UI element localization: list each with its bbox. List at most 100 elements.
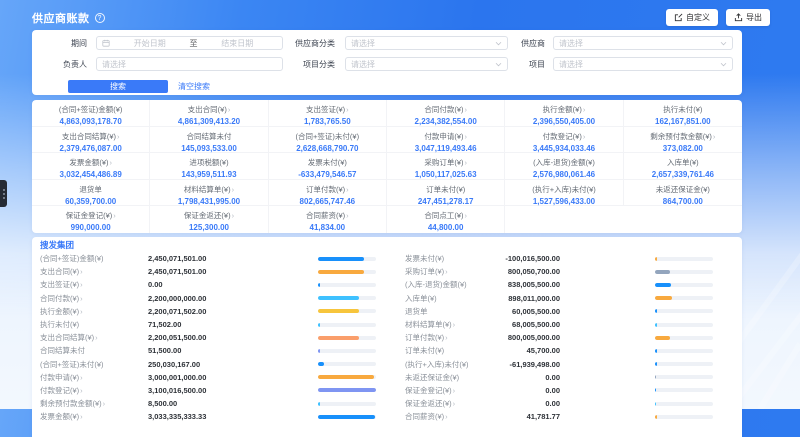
metric-bar (655, 388, 713, 392)
supplier-category-label: 供应商分类 (270, 36, 335, 51)
stat-card[interactable]: 采购订单(¥)› 1,050,117,025.63 (387, 153, 505, 180)
stat-card[interactable]: 入库单(¥)› 2,657,339,761.46 (624, 153, 742, 180)
group-name-link[interactable]: 搜发集团 (40, 240, 734, 251)
stat-card[interactable]: 订单未付(¥)› 247,451,278.17 (387, 180, 505, 207)
stat-label: 支出合同(¥)› (150, 104, 267, 115)
page-title: 供应商账款 (32, 10, 90, 26)
stat-card[interactable]: 支出合同(¥)› 4,861,309,413.20 (150, 100, 268, 127)
metric-row[interactable]: 合同结算未付› 51,500.00 (40, 344, 376, 357)
stat-card[interactable]: 剩余预付款金额(¥)› 373,082.00 (624, 127, 742, 154)
stat-card[interactable]: (执行+入库)未付(¥)› 1,527,596,433.00 (505, 180, 623, 207)
stats-grid: (合同+签证)金额(¥)› 4,863,093,178.70 支出合同(¥)› … (32, 100, 742, 233)
stat-card[interactable]: 发票未付(¥)› -633,479,546.57 (269, 153, 387, 180)
metric-bar (655, 323, 713, 327)
metric-row[interactable]: 发票未付(¥)› -100,016,500.00 (405, 252, 713, 265)
metric-row[interactable]: 执行金额(¥)› 2,200,071,502.00 (40, 305, 376, 318)
stat-card[interactable]: 执行未付(¥)› 162,167,851.00 (624, 100, 742, 127)
stat-card[interactable]: 合同付款(¥)› 2,234,382,554.00 (387, 100, 505, 127)
side-drawer-handle[interactable] (0, 180, 7, 207)
chevron-right-icon: › (453, 399, 456, 408)
supplier-select[interactable]: 请选择 (553, 36, 733, 50)
chevron-right-icon: › (117, 132, 120, 141)
metric-bar (318, 375, 376, 379)
customize-button[interactable]: 自定义 (666, 9, 718, 26)
stat-card[interactable]: 发票金额(¥)› 3,032,454,486.89 (32, 153, 150, 180)
detail-columns: (合同+签证)金额(¥)› 2,450,071,501.00 支出合同(¥)› … (40, 252, 734, 423)
bar-fill (318, 349, 320, 353)
metric-value: 8,500.00 (148, 399, 318, 408)
bar-fill (318, 388, 376, 392)
metric-row[interactable]: 保证金返还(¥)› 0.00 (405, 397, 713, 410)
metric-row[interactable]: 退货单› 60,005,500.00 (405, 305, 713, 318)
search-button[interactable]: 搜索 (68, 80, 168, 93)
export-button[interactable]: 导出 (726, 9, 770, 26)
clear-search-link[interactable]: 清空搜索 (178, 80, 210, 93)
stat-card[interactable]: 合同薪资(¥)› 41,834.00 (269, 206, 387, 233)
stat-card[interactable]: 材料结算单(¥)› 1,798,431,995.00 (150, 180, 268, 207)
chevron-right-icon: › (80, 280, 83, 289)
stat-card[interactable]: 进项税额(¥)› 143,959,511.93 (150, 153, 268, 180)
metric-row[interactable]: (合同+签证)金额(¥)› 2,450,071,501.00 (40, 252, 376, 265)
date-range-input[interactable]: 开始日期 至 结束日期 (96, 36, 283, 50)
metric-label: (合同+签证)金额(¥)› (40, 253, 148, 264)
stat-card[interactable]: 合同结算未付› 145,093,533.00 (150, 127, 268, 154)
project-select[interactable]: 请选择 (553, 57, 733, 71)
stat-card[interactable]: 付款登记(¥)› 3,445,934,033.46 (505, 127, 623, 154)
metric-row[interactable]: (入库-退货)金额(¥)› 838,005,500.00 (405, 278, 713, 291)
metric-label: 合同付款(¥)› (40, 293, 148, 304)
stat-value: -633,479,546.57 (269, 170, 386, 179)
bar-fill (318, 309, 359, 313)
stat-label: 进项税额(¥)› (150, 157, 267, 168)
chevron-right-icon: › (346, 211, 349, 220)
stat-card[interactable]: 付款申请(¥)› 3,047,119,493.46 (387, 127, 505, 154)
metric-row[interactable]: 采购订单(¥)› 800,050,700.00 (405, 265, 713, 278)
project-category-select[interactable]: 请选择 (345, 57, 508, 71)
metric-row[interactable]: 执行未付(¥)› 71,502.00 (40, 318, 376, 331)
metric-row[interactable]: 订单未付(¥)› 45,700.00 (405, 344, 713, 357)
stat-card[interactable]: (合同+签证)未付(¥)› 2,628,668,790.70 (269, 127, 387, 154)
metric-row[interactable]: 支出签证(¥)› 0.00 (40, 278, 376, 291)
metric-row[interactable]: 付款申请(¥)› 3,000,001,000.00 (40, 371, 376, 384)
stat-card[interactable]: 执行金额(¥)› 2,396,550,405.00 (505, 100, 623, 127)
metric-value: 3,000,001,000.00 (148, 373, 318, 382)
metric-row[interactable]: 剩余预付款金额(¥)› 8,500.00 (40, 397, 376, 410)
metric-row[interactable]: (执行+入库)未付(¥)› -61,939,498.00 (405, 358, 713, 371)
metric-row[interactable]: 合同付款(¥)› 2,200,000,000.00 (40, 292, 376, 305)
stat-value: 1,050,117,025.63 (387, 170, 504, 179)
stat-card[interactable]: 支出签证(¥)› 1,783,765.50 (269, 100, 387, 127)
metric-value: 800,005,000.00 (485, 333, 560, 342)
stat-card[interactable]: 未返还保证金(¥)› 864,700.00 (624, 180, 742, 207)
metric-row[interactable]: 付款登记(¥)› 3,100,016,500.00 (40, 384, 376, 397)
metric-row[interactable]: 保证金登记(¥)› 0.00 (405, 384, 713, 397)
metric-row[interactable]: 支出合同结算(¥)› 2,200,051,500.00 (40, 331, 376, 344)
metric-label: 合同结算未付› (40, 345, 148, 356)
stat-value: 2,657,339,761.46 (624, 170, 742, 179)
stat-card[interactable]: (入库-退货)金额(¥)› 2,576,980,061.46 (505, 153, 623, 180)
metric-row[interactable]: 未返还保证金(¥)› 0.00 (405, 371, 713, 384)
stat-value: 1,527,596,433.00 (505, 197, 622, 206)
stat-card[interactable]: 订单付款(¥)› 802,665,747.46 (269, 180, 387, 207)
stat-card[interactable]: 支出合同结算(¥)› 2,379,476,087.00 (32, 127, 150, 154)
metric-row[interactable]: 订单付款(¥)› 800,005,000.00 (405, 331, 713, 344)
stat-value: 3,445,934,033.46 (505, 144, 622, 153)
metric-row[interactable]: 入库单(¥)› 898,011,000.00 (405, 292, 713, 305)
metric-row[interactable]: 合同薪资(¥)› 41,781.77 (405, 410, 713, 423)
bar-fill (318, 415, 375, 419)
supplier-category-select[interactable]: 请选择 (345, 36, 508, 50)
bar-fill (655, 362, 657, 366)
stat-card[interactable]: 合同点工(¥)› 44,800.00 (387, 206, 505, 233)
owner-select[interactable]: 请选择 (96, 57, 283, 71)
stat-label: 未返还保证金(¥)› (624, 184, 742, 195)
metric-label: 采购订单(¥)› (405, 266, 485, 277)
stat-card[interactable]: 退货单› 60,359,700.00 (32, 180, 150, 207)
metric-row[interactable]: 发票金额(¥)› 3,033,335,333.33 (40, 410, 376, 423)
stat-card[interactable]: 保证金返还(¥)› 125,300.00 (150, 206, 268, 233)
metric-value: 68,005,500.00 (485, 320, 560, 329)
metric-row[interactable]: 材料结算单(¥)› 68,005,500.00 (405, 318, 713, 331)
stat-card[interactable]: (合同+签证)金额(¥)› 4,863,093,178.70 (32, 100, 150, 127)
stat-value: 143,959,511.93 (150, 170, 267, 179)
metric-row[interactable]: 支出合同(¥)› 2,450,071,501.00 (40, 265, 376, 278)
help-icon[interactable]: ? (95, 13, 105, 23)
stat-card[interactable]: 保证金登记(¥)› 990,000.00 (32, 206, 150, 233)
metric-row[interactable]: (合同+签证)未付(¥)› 250,030,167.00 (40, 358, 376, 371)
